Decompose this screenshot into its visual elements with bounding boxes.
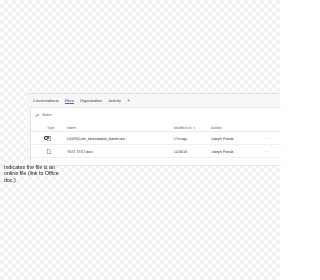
channel-tabs: Conversations Files Organization Activit…	[33, 96, 130, 105]
add-tab-button[interactable]: +	[127, 98, 130, 104]
more-options-button[interactable]: ···	[265, 146, 269, 157]
modified-on: 11/28/18	[174, 149, 187, 154]
share-label: Share	[42, 113, 52, 117]
activity-user: Joseph Pineda	[211, 136, 234, 141]
header-name[interactable]: Name	[67, 124, 76, 131]
activity-user: Joseph Pineda	[211, 149, 234, 154]
tab-organization[interactable]: Organization	[80, 98, 103, 103]
header-modified-label: Modified on	[174, 125, 192, 130]
document-icon	[47, 146, 51, 157]
file-name[interactable]: UX4P5Code_Informatable_Master.doc	[67, 133, 125, 144]
word-doc-icon	[47, 133, 51, 144]
modified-on: 17m ago	[174, 136, 188, 141]
file-name[interactable]: TEST TEST.docx	[67, 146, 93, 157]
share-button[interactable]: Share	[34, 111, 52, 119]
header-modified[interactable]: Modified on ▾	[174, 124, 195, 131]
tab-conversations[interactable]: Conversations	[33, 98, 59, 103]
tab-activity[interactable]: Activity	[108, 98, 121, 103]
more-options-button[interactable]: ···	[265, 133, 269, 144]
teams-files-panel: Conversations Files Organization Activit…	[27, 93, 281, 166]
header-type[interactable]: Type	[47, 124, 54, 131]
files-content: Share Type Name Modified on ▾ Activity U…	[30, 107, 281, 166]
tab-files[interactable]: Files	[64, 98, 74, 104]
table-row[interactable]: TEST TEST.docx 11/28/18 Joseph Pineda ··…	[31, 146, 281, 158]
share-icon	[34, 112, 40, 118]
sort-down-icon: ▾	[193, 125, 196, 130]
online-file-annotation: Indicates the file is an online file (li…	[4, 165, 59, 184]
table-header: Type Name Modified on ▾ Activity	[31, 124, 281, 132]
table-row[interactable]: UX4P5Code_Informatable_Master.doc 17m ag…	[31, 133, 281, 145]
header-activity[interactable]: Activity	[211, 124, 222, 131]
